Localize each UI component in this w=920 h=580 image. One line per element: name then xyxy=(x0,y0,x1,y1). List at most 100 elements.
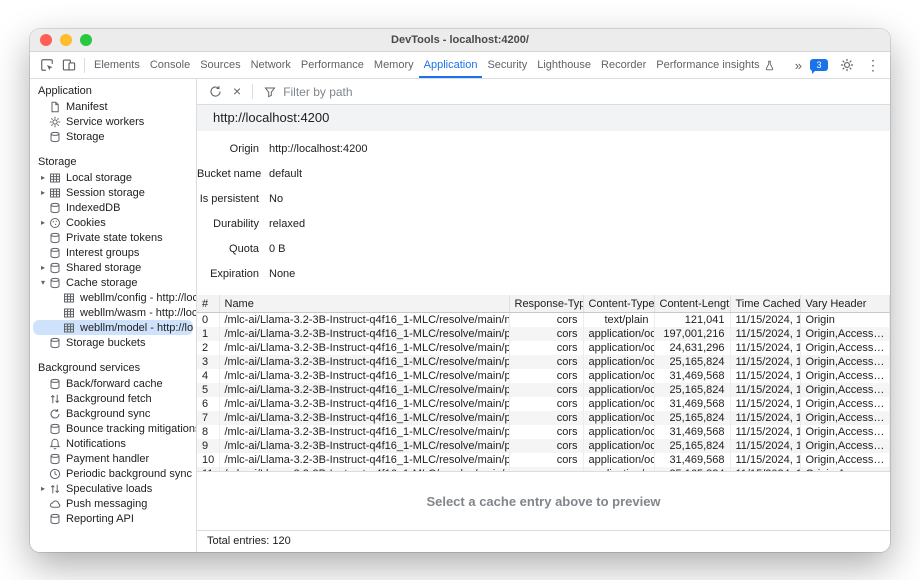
sidebar-item-service-workers[interactable]: Service workers xyxy=(30,114,196,129)
sidebar-item-indexeddb[interactable]: IndexedDB xyxy=(30,200,196,215)
tab-sources[interactable]: Sources xyxy=(195,52,245,78)
cell-content_length: 31,469,568 xyxy=(654,369,730,383)
tab-lighthouse[interactable]: Lighthouse xyxy=(532,52,596,78)
expander-collapsed-icon[interactable]: ▸ xyxy=(38,173,48,182)
sidebar-item-manifest[interactable]: Manifest xyxy=(30,99,196,114)
cell-time_cached: 11/15/2024, 10… xyxy=(730,383,800,397)
sidebar-item-cache-storage[interactable]: ▾Cache storage xyxy=(30,275,196,290)
table-row[interactable]: 3/mlc-ai/Llama-3.2-3B-Instruct-q4f16_1-M… xyxy=(197,355,890,369)
sidebar-item-background-fetch[interactable]: Background fetch xyxy=(30,391,196,406)
tab-security[interactable]: Security xyxy=(482,52,532,78)
expander-collapsed-icon[interactable]: ▸ xyxy=(38,263,48,272)
table-icon xyxy=(63,307,75,319)
cache-toolbar: × xyxy=(197,79,890,105)
cell-num: 6 xyxy=(197,397,219,411)
refresh-button[interactable] xyxy=(204,81,226,103)
sidebar-item-webllm-wasm-http-loca[interactable]: webllm/wasm - http://loca… xyxy=(30,305,196,320)
tab-label: Performance insights xyxy=(656,59,759,71)
tab-label: Elements xyxy=(94,59,140,71)
table-row[interactable]: 2/mlc-ai/Llama-3.2-3B-Instruct-q4f16_1-M… xyxy=(197,341,890,355)
sidebar-item-payment-handler[interactable]: Payment handler xyxy=(30,451,196,466)
sidebar-item-label: Payment handler xyxy=(66,453,149,465)
table-icon xyxy=(63,292,75,304)
sidebar-item-speculative-loads[interactable]: ▸Speculative loads xyxy=(30,481,196,496)
expander-collapsed-icon[interactable]: ▸ xyxy=(38,188,48,197)
tab-label: Sources xyxy=(200,59,240,71)
table-row[interactable]: 10/mlc-ai/Llama-3.2-3B-Instruct-q4f16_1-… xyxy=(197,453,890,467)
expander-collapsed-icon[interactable]: ▸ xyxy=(38,218,48,227)
tab-memory[interactable]: Memory xyxy=(369,52,419,78)
sidebar-item-webllm-config-http-loc[interactable]: webllm/config - http://loc… xyxy=(30,290,196,305)
table-icon xyxy=(49,172,61,184)
issues-badge[interactable]: 3 xyxy=(810,59,828,71)
sidebar-item-back-forward-cache[interactable]: Back/forward cache xyxy=(30,376,196,391)
sidebar-item-interest-groups[interactable]: Interest groups xyxy=(30,245,196,260)
sidebar-item-cookies[interactable]: ▸Cookies xyxy=(30,215,196,230)
tab-console[interactable]: Console xyxy=(145,52,195,78)
more-tabs-button[interactable]: » xyxy=(795,58,802,73)
column-header-content-type[interactable]: Content-Type xyxy=(583,295,654,313)
column-header-response-type[interactable]: Response-Type xyxy=(509,295,583,313)
sidebar-item-bounce-tracking-mitigations[interactable]: Bounce tracking mitigations xyxy=(30,421,196,436)
sidebar-item-local-storage[interactable]: ▸Local storage xyxy=(30,170,196,185)
cell-response_type: cors xyxy=(509,439,583,453)
settings-gear-icon[interactable] xyxy=(836,54,858,76)
sidebar-item-shared-storage[interactable]: ▸Shared storage xyxy=(30,260,196,275)
toolbar-divider xyxy=(252,84,253,99)
tab-label: Lighthouse xyxy=(537,59,591,71)
expander-expanded-icon[interactable]: ▾ xyxy=(38,278,48,287)
cell-content_type: application/oc… xyxy=(583,411,654,425)
table-row[interactable]: 1/mlc-ai/Llama-3.2-3B-Instruct-q4f16_1-M… xyxy=(197,327,890,341)
close-window-button[interactable] xyxy=(40,34,52,46)
application-panel: × http://localhost:4200 Originhttp://loc… xyxy=(197,79,890,552)
sidebar-item-storage[interactable]: Storage xyxy=(30,129,196,144)
table-row[interactable]: 7/mlc-ai/Llama-3.2-3B-Instruct-q4f16_1-M… xyxy=(197,411,890,425)
device-toolbar-icon[interactable] xyxy=(58,54,80,76)
minimize-window-button[interactable] xyxy=(60,34,72,46)
tab-performance-insights[interactable]: Performance insights xyxy=(651,52,784,78)
tab-performance[interactable]: Performance xyxy=(296,52,369,78)
database-icon xyxy=(49,232,61,244)
meta-label-expiration: Expiration xyxy=(197,262,259,287)
sidebar-item-background-sync[interactable]: Background sync xyxy=(30,406,196,421)
column-header-time-cached[interactable]: Time Cached xyxy=(730,295,800,313)
database-icon xyxy=(49,247,61,259)
sidebar-item-periodic-background-sync[interactable]: Periodic background sync xyxy=(30,466,196,481)
cell-vary: Origin,Access… xyxy=(800,425,890,439)
sidebar-item-storage-buckets[interactable]: Storage buckets xyxy=(30,335,196,350)
inspect-element-icon[interactable] xyxy=(36,54,58,76)
sidebar-item-private-state-tokens[interactable]: Private state tokens xyxy=(30,230,196,245)
tab-application[interactable]: Application xyxy=(419,52,483,78)
table-row[interactable]: 5/mlc-ai/Llama-3.2-3B-Instruct-q4f16_1-M… xyxy=(197,383,890,397)
sidebar-item-push-messaging[interactable]: Push messaging xyxy=(30,496,196,511)
cell-vary: Origin xyxy=(800,313,890,328)
sidebar-item-notifications[interactable]: Notifications xyxy=(30,436,196,451)
expander-collapsed-icon[interactable]: ▸ xyxy=(38,484,48,493)
kebab-menu-icon[interactable]: ⋮ xyxy=(866,58,880,72)
maximize-window-button[interactable] xyxy=(80,34,92,46)
table-row[interactable]: 9/mlc-ai/Llama-3.2-3B-Instruct-q4f16_1-M… xyxy=(197,439,890,453)
sidebar-item-label: Push messaging xyxy=(66,498,147,510)
tab-elements[interactable]: Elements xyxy=(89,52,145,78)
database-icon xyxy=(49,337,61,349)
column-header-name[interactable]: Name xyxy=(219,295,509,313)
sidebar-item-webllm-model-http-loc[interactable]: webllm/model - http://loc… xyxy=(33,320,193,335)
cell-name: /mlc-ai/Llama-3.2-3B-Instruct-q4f16_1-ML… xyxy=(219,369,509,383)
delete-selected-button[interactable]: × xyxy=(233,85,241,98)
column-header-vary-header[interactable]: Vary Header xyxy=(800,295,890,313)
arrows-up-down-icon xyxy=(49,483,61,495)
tab-network[interactable]: Network xyxy=(246,52,296,78)
service-workers-icon xyxy=(49,116,61,128)
table-row[interactable]: 4/mlc-ai/Llama-3.2-3B-Instruct-q4f16_1-M… xyxy=(197,369,890,383)
sidebar-item-reporting-api[interactable]: Reporting API xyxy=(30,511,196,526)
sidebar-item-label: Storage xyxy=(66,131,105,143)
filter-input[interactable] xyxy=(281,84,425,100)
sidebar-item-session-storage[interactable]: ▸Session storage xyxy=(30,185,196,200)
tab-recorder[interactable]: Recorder xyxy=(596,52,651,78)
table-row[interactable]: 6/mlc-ai/Llama-3.2-3B-Instruct-q4f16_1-M… xyxy=(197,397,890,411)
table-row[interactable]: 8/mlc-ai/Llama-3.2-3B-Instruct-q4f16_1-M… xyxy=(197,425,890,439)
cell-name: /mlc-ai/Llama-3.2-3B-Instruct-q4f16_1-ML… xyxy=(219,383,509,397)
table-row[interactable]: 0/mlc-ai/Llama-3.2-3B-Instruct-q4f16_1-M… xyxy=(197,313,890,328)
column-header-content-length[interactable]: Content-Length xyxy=(654,295,730,313)
column-header-[interactable]: # xyxy=(197,295,219,313)
